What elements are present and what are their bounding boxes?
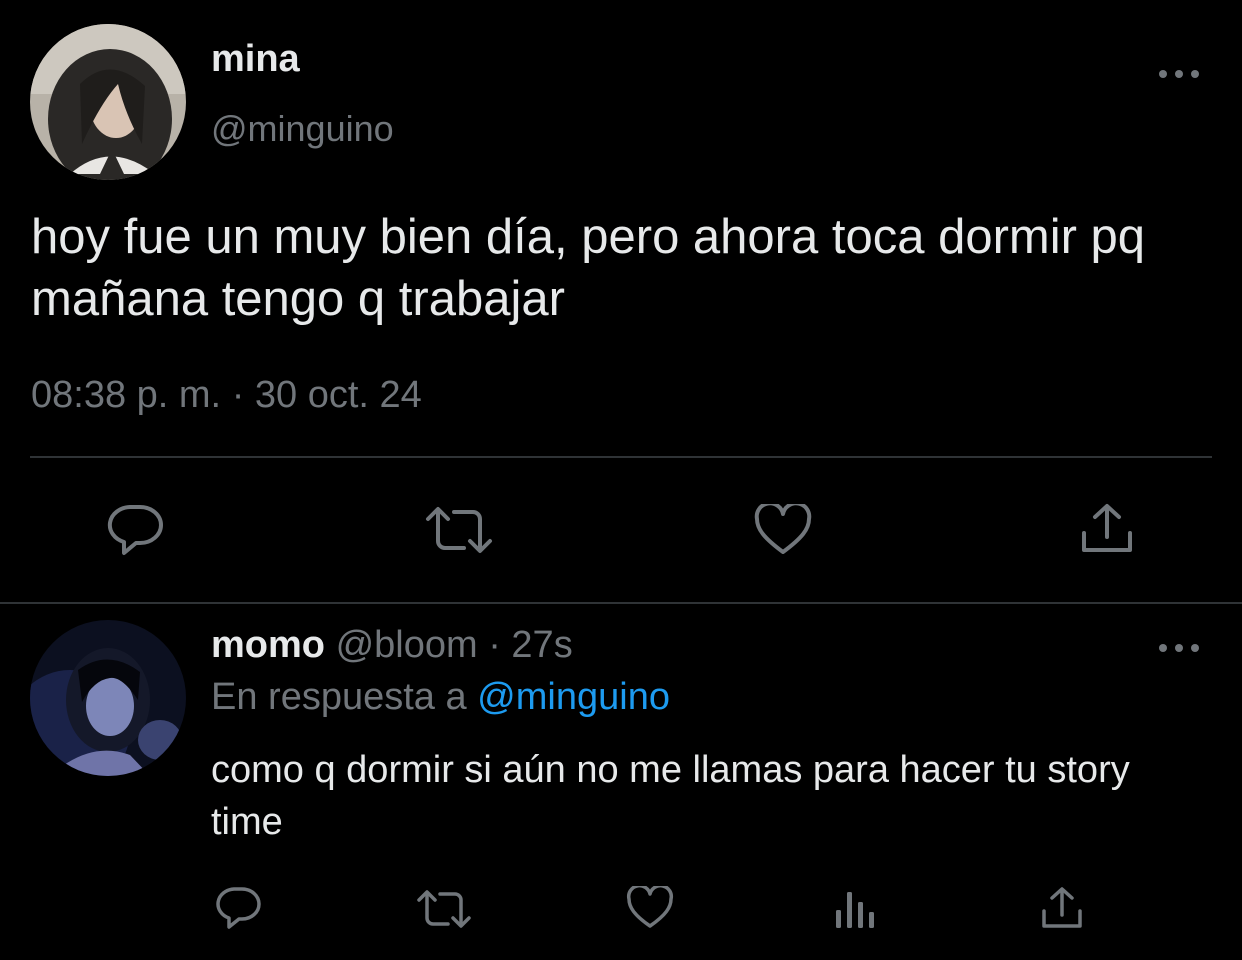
tweet-timestamp[interactable]: 08:38 p. m. · 30 oct. 24	[31, 374, 422, 417]
user-handle[interactable]: @minguino	[211, 108, 394, 150]
retweet-icon[interactable]	[416, 888, 472, 930]
more-options-icon[interactable]	[1159, 67, 1199, 81]
reply-header: momo @bloom · 27s	[211, 624, 573, 667]
divider	[30, 456, 1212, 458]
avatar-image	[30, 620, 186, 776]
reply-icon[interactable]	[106, 504, 164, 556]
reply-context-label: En respuesta a	[211, 676, 467, 718]
reply-icon[interactable]	[214, 886, 262, 930]
avatar-momo[interactable]	[30, 620, 186, 776]
retweet-icon[interactable]	[424, 505, 494, 555]
timestamp-separator: ·	[488, 624, 501, 666]
mention-link[interactable]: @minguino	[477, 676, 670, 718]
user-handle[interactable]: @bloom	[336, 624, 478, 666]
tweet-age[interactable]: 27s	[511, 624, 572, 666]
tweet-time: 08:38 p. m.	[31, 374, 222, 416]
tweet-text: hoy fue un muy bien día, pero ahora toca…	[31, 210, 1146, 326]
more-options-icon[interactable]	[1159, 641, 1199, 655]
display-name[interactable]: mina	[211, 38, 300, 81]
share-icon[interactable]	[1080, 503, 1134, 555]
reply-context: En respuesta a @minguino	[211, 676, 670, 719]
timestamp-separator: ·	[231, 374, 245, 416]
avatar-image	[30, 24, 186, 180]
divider	[0, 602, 1242, 604]
share-icon[interactable]	[1040, 886, 1084, 930]
avatar-mina[interactable]	[30, 24, 186, 180]
like-icon[interactable]	[626, 886, 674, 930]
display-name[interactable]: momo	[211, 624, 325, 666]
tweet-date: 30 oct. 24	[254, 374, 422, 416]
like-icon[interactable]	[754, 504, 812, 556]
tweet-text: como q dormir si aún no me llamas para h…	[211, 749, 1130, 843]
analytics-icon[interactable]	[834, 888, 878, 930]
